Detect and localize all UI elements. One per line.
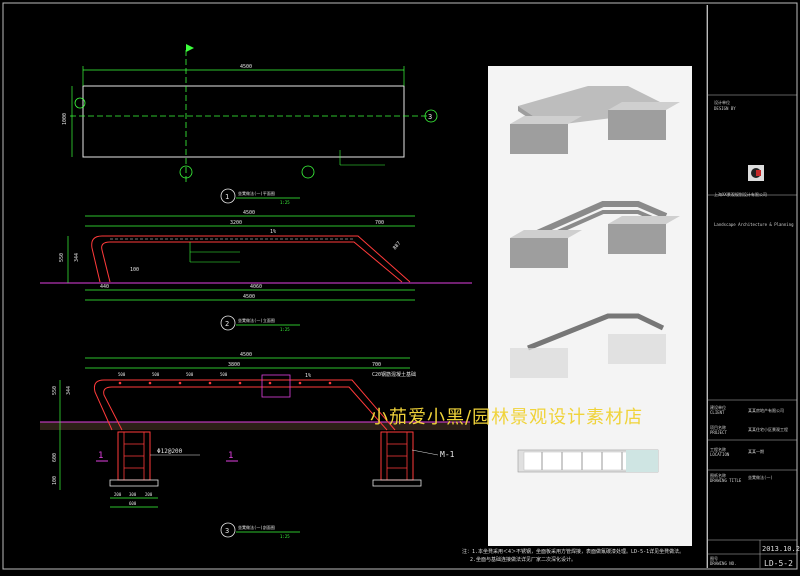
section-bubble-scale: 1:25: [280, 534, 290, 539]
section-marker-1a: 1: [98, 451, 103, 461]
tb-drawing-title-en: DRAWING TITLE: [710, 478, 742, 483]
elevation-bubble-label: 坐凳做法(一)立面图: [238, 317, 275, 323]
tb-company-en: Landscape Architecture & Planning: [714, 222, 794, 227]
elevation-top-dim: 4500: [243, 210, 255, 216]
note-line-2: 2.坐面与基础连接做法详见厂家二次深化设计。: [470, 557, 577, 563]
elevation-side-right: 887: [392, 241, 402, 252]
plan-outline: [82, 85, 405, 158]
section-segment-right: 700: [372, 362, 381, 368]
tb-location-en: LOCATION: [710, 452, 730, 457]
tb-drawing-no-en: DRAWING NO.: [710, 561, 737, 566]
render-panel: [488, 66, 692, 546]
plan-overall-dim: 4500: [240, 64, 252, 70]
tb-drawing-title-value: 坐凳做法(一): [748, 475, 773, 480]
watermark-text: 小茄爱小黑/园林景观设计素材店: [370, 407, 644, 428]
tb-project-en: PROJECT: [710, 430, 727, 435]
elevation-ground-mark: 100: [130, 267, 139, 273]
tb-date: 2013.10.22: [762, 545, 800, 553]
tb-client-value: 某某房地产有限公司: [748, 408, 784, 413]
tb-project-value: 某某住宅小区景观工程: [748, 427, 788, 432]
plan-section-number: 3: [428, 113, 432, 121]
elevation-segment-right: 700: [375, 220, 384, 226]
render-plan-strip: [517, 449, 659, 473]
section-rebar-dots: [118, 381, 332, 385]
section-tick-3: 500: [186, 372, 194, 377]
plan-bubble-label: 坐凳做法(一)平面图: [238, 190, 275, 196]
section-bubble-number: 3: [225, 527, 229, 535]
title-block: [707, 5, 797, 568]
section-dim-100: 100: [52, 476, 58, 485]
tb-sheet-number: LD-5-2: [764, 559, 793, 568]
section-marker-1b: 1: [228, 451, 233, 461]
section-bubble-label: 坐凳做法(一)剖面图: [238, 524, 275, 530]
elevation-bubble-number: 2: [225, 320, 229, 328]
section-dim-bottom-total: 600: [129, 501, 137, 506]
tb-design-by-en: DESIGN BY: [714, 106, 736, 111]
elevation-bubble-scale: 1:25: [280, 327, 290, 332]
elevation-side-b: 344: [74, 253, 80, 262]
section-footing-left: [109, 431, 159, 487]
plan-bubble-scale: 1:25: [280, 200, 290, 205]
render-solid-bench: [510, 86, 680, 154]
note-line-1: 注：1.本坐凳采用＜4＞不锈钢，坐面板采用方管焊接，表面做氟碳漆处理。LD-5-…: [462, 549, 685, 555]
section-detail-box: [261, 374, 291, 398]
elevation-bottom-total: 4500: [243, 294, 255, 300]
section-tick-4: 500: [220, 372, 228, 377]
drawing-sheet: 4500 1000 3 1 坐凳做法(一)平面图 1:25 4500 3200 …: [0, 0, 800, 572]
elevation-side-a: 550: [59, 253, 65, 262]
section-footing-right: [372, 431, 422, 487]
render-transparent-bench: [510, 313, 666, 378]
elevation-segment-left: 3200: [230, 220, 242, 226]
section-c20-callout: C20钢筋混凝土基础: [372, 371, 416, 378]
section-top-dim: 4500: [240, 352, 252, 358]
section-segment-left: 3800: [228, 362, 240, 368]
plan-height-dim: 1000: [62, 113, 68, 125]
plan-view: 4500 1000 3 1 坐凳做法(一)平面图 1:25: [62, 44, 438, 205]
section-dim-bottom-a: 200: [114, 492, 122, 497]
render-ladder-bench: [510, 201, 680, 268]
section-dim-550: 550: [52, 386, 58, 395]
elevation-view: 4500 3200 700 1% 550 344 887 100 440 406…: [40, 210, 472, 332]
elevation-bottom-mid: 4060: [250, 284, 262, 290]
elevation-slope-label: 1%: [270, 229, 276, 235]
section-dim-bottom-b: 300: [129, 492, 137, 497]
section-tick-2: 500: [152, 372, 160, 377]
section-rebar-label: Φ12@200: [157, 448, 183, 455]
section-dim-600: 600: [52, 453, 58, 462]
tb-location-value: 某某一期: [748, 449, 764, 454]
plan-flag-marker: [186, 44, 194, 52]
plan-axis-marker-b: [301, 165, 315, 179]
plan-bubble-number: 1: [225, 193, 229, 201]
elevation-bottom-left: 440: [100, 284, 109, 290]
elevation-bench-profile: [91, 235, 411, 283]
section-view: 4500 3800 700 500 500 500 500 1% C20钢筋混凝…: [40, 352, 470, 539]
section-dim-344: 344: [66, 386, 72, 395]
section-slope-label: 1%: [305, 373, 311, 379]
tb-company: 上海XX景观规划设计有限公司: [714, 192, 767, 197]
tb-client-en: CLIENT: [710, 410, 725, 415]
section-marker-m1: M-1: [440, 450, 455, 459]
section-dim-bottom-c: 200: [145, 492, 153, 497]
section-tick-1: 500: [118, 372, 126, 377]
